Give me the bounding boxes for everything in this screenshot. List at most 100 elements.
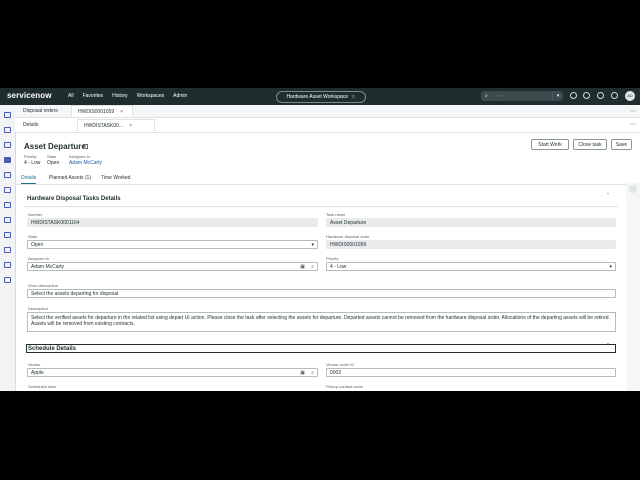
tab-details[interactable]: Details xyxy=(17,119,44,131)
asset-icon[interactable] xyxy=(4,172,11,178)
attachment-icon[interactable] xyxy=(629,185,637,193)
close-icon[interactable]: × xyxy=(129,123,132,129)
assigned-field[interactable]: Adam McCarty ▣ ⌕ xyxy=(27,262,318,271)
app-window: servicenow All Favorites History Workspa… xyxy=(0,88,640,391)
subtab-time-worked[interactable]: Time Worked xyxy=(101,175,130,181)
nav-history[interactable]: History xyxy=(112,93,128,99)
vendor-order-value: 0002 xyxy=(330,370,342,376)
vendor-order-label: Vendor order ID xyxy=(326,362,355,367)
disposal-order-value: HWDIS0001059 xyxy=(330,242,367,248)
meta-priority-label: Priority xyxy=(24,154,37,159)
tab-hwdis0001059[interactable]: HWDIS0001059 × xyxy=(71,105,133,117)
meta-state-label: State xyxy=(47,154,57,159)
servicenow-logo[interactable]: servicenow xyxy=(7,91,52,100)
more-icon[interactable]: ⋯ xyxy=(630,121,636,128)
more-icon[interactable]: ⋯ xyxy=(630,108,636,115)
tab-label: HWDISTASK00... xyxy=(84,123,124,129)
dashboard-icon[interactable] xyxy=(4,142,11,148)
meta-assigned-value[interactable]: Adam McCarty xyxy=(69,160,102,166)
nav-all[interactable]: All xyxy=(68,93,74,99)
tab-disposal-orders[interactable]: Disposal orders xyxy=(17,105,64,117)
search-icon: ⌕ xyxy=(485,93,488,99)
task-name-value: Asset Departure xyxy=(330,220,367,226)
description-value: Select the verified assets for departure… xyxy=(31,315,610,327)
scheduled-date-label: Scheduled date xyxy=(28,384,56,389)
subtab-planned-assets[interactable]: Planned Assets (1) xyxy=(49,175,91,181)
assigned-value: Adam McCarty xyxy=(31,264,65,270)
tab-label: Details xyxy=(23,122,39,128)
home-icon[interactable] xyxy=(4,112,11,118)
short-desc-input[interactable]: Select the assets departing for disposal xyxy=(27,289,616,298)
nav-menu: All Favorites History Workspaces Admin xyxy=(68,93,187,99)
analytics-icon[interactable] xyxy=(4,262,11,268)
priority-select[interactable]: 4 - Low ▾ xyxy=(326,262,616,271)
description-label: Description xyxy=(28,306,49,311)
tab-hwdistask[interactable]: HWDISTASK00... × xyxy=(77,119,155,131)
meta-priority-value: 4 - Low xyxy=(24,160,41,166)
tab-label: Disposal orders xyxy=(23,108,58,114)
collapse-icon[interactable]: ˆ xyxy=(607,194,609,200)
left-rail xyxy=(0,105,16,391)
vendor-field[interactable]: Apple ▣ ⌕ xyxy=(27,368,318,377)
vendor-label: Vendor xyxy=(28,362,41,367)
start-work-button[interactable]: Start Work xyxy=(531,139,569,150)
vendor-order-input[interactable]: 0002 xyxy=(326,368,616,377)
contract-icon[interactable] xyxy=(4,247,11,253)
search-label: Search xyxy=(493,93,506,98)
search-icon[interactable]: ⌕ xyxy=(311,263,314,270)
section-title: Hardware Disposal Tasks Details xyxy=(27,196,121,202)
scrollbar[interactable] xyxy=(626,183,640,391)
close-task-button[interactable]: Close task xyxy=(573,139,607,150)
priority-value: 4 - Low xyxy=(330,264,347,270)
schedule-title: Schedule Details xyxy=(28,346,77,352)
disposal-order-field: HWDIS0001059 xyxy=(326,240,616,249)
workspace-title-pill[interactable]: Hardware Asset Workspace ☆ xyxy=(276,91,366,103)
procurement-icon[interactable] xyxy=(4,187,11,193)
page-title: Asset Departure xyxy=(24,142,86,151)
workspace-tabs: Disposal orders HWDIS0001059 × ⋯ xyxy=(15,105,640,118)
short-desc-value: Select the assets departing for disposal xyxy=(31,291,119,297)
report-icon[interactable] xyxy=(4,232,11,238)
list-icon[interactable] xyxy=(4,127,11,133)
meta-state-value: Open xyxy=(47,160,60,166)
schedule-section-header[interactable] xyxy=(26,344,616,353)
avatar[interactable]: AD xyxy=(625,91,635,101)
preview-icon[interactable]: ▣ xyxy=(300,263,305,270)
number-value: HWDISTASK0001164 xyxy=(31,220,80,226)
short-desc-label: Short description xyxy=(28,283,59,288)
inventory-icon[interactable] xyxy=(4,157,11,163)
state-label: State xyxy=(28,234,38,239)
storage-icon[interactable] xyxy=(4,217,11,223)
collapse-icon[interactable]: ˆ xyxy=(607,344,609,350)
nav-admin[interactable]: Admin xyxy=(173,93,187,99)
save-button[interactable]: Save xyxy=(611,139,632,150)
nav-workspaces[interactable]: Workspaces xyxy=(137,93,164,99)
preview-icon[interactable]: ▣ xyxy=(300,369,305,376)
task-name-label: Task name xyxy=(326,212,346,217)
globe-icon[interactable] xyxy=(570,92,577,99)
global-search[interactable]: ⌕ Search ▾ xyxy=(481,91,563,101)
close-icon[interactable]: × xyxy=(120,109,123,115)
tab-label: HWDIS0001059 xyxy=(78,109,115,115)
state-select[interactable]: Open ▾ xyxy=(27,240,318,249)
help-icon[interactable] xyxy=(597,92,604,99)
star-icon[interactable]: ☆ xyxy=(351,94,355,100)
record-tabs: Details HWDISTASK00... × ⋯ xyxy=(15,118,640,133)
state-value: Open xyxy=(31,242,44,248)
task-name-field: Asset Departure xyxy=(326,218,616,227)
number-label: Number xyxy=(28,212,43,217)
chevron-down-icon: ▾ xyxy=(609,264,612,270)
disposal-order-label: Hardware disposal order xyxy=(326,234,370,239)
search-icon[interactable]: ⌕ xyxy=(311,369,314,376)
pickup-contact-label: Pickup contact name xyxy=(326,384,364,389)
description-textarea[interactable]: Select the verified assets for departure… xyxy=(27,312,616,332)
nav-favorites[interactable]: Favorites xyxy=(83,93,104,99)
settings-list-icon[interactable] xyxy=(4,277,11,283)
chat-icon[interactable] xyxy=(583,92,590,99)
copy-icon[interactable] xyxy=(83,144,88,149)
subtab-details[interactable]: Details xyxy=(21,175,37,184)
search-scope-dropdown-icon[interactable]: ▾ xyxy=(552,91,563,101)
disposal-icon[interactable] xyxy=(4,202,11,208)
notifications-icon[interactable] xyxy=(611,92,618,99)
priority-label: Priority xyxy=(326,256,339,261)
